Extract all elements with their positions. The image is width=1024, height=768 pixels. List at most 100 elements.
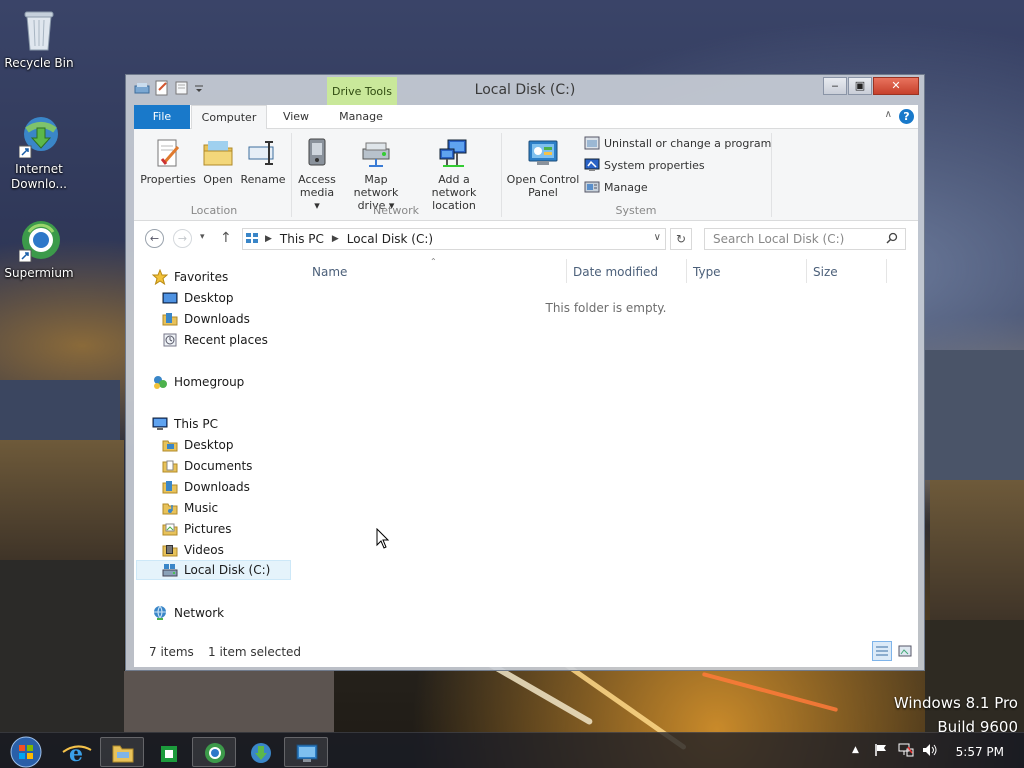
local-disk-icon bbox=[162, 562, 178, 578]
title-bar[interactable]: Drive Tools Local Disk (C:) ‒ ▣ ✕ bbox=[126, 75, 924, 105]
rename-icon bbox=[247, 137, 279, 169]
nav-label: Music bbox=[184, 501, 219, 515]
action-center-flag-icon[interactable] bbox=[874, 743, 888, 760]
recent-places-icon bbox=[162, 332, 178, 348]
ribbon-separator bbox=[291, 133, 292, 217]
uninstall-program-button[interactable]: Uninstall or change a program bbox=[584, 135, 771, 151]
desktop-icon-label: Internet Downlo... bbox=[11, 162, 67, 191]
nav-pc-music[interactable]: Music bbox=[162, 498, 218, 518]
volume-tray-icon[interactable] bbox=[922, 743, 938, 760]
nav-pc-pictures[interactable]: Pictures bbox=[162, 519, 232, 539]
tab-view[interactable]: View bbox=[272, 105, 320, 129]
window-title: Local Disk (C:) bbox=[474, 82, 576, 98]
taskbar-store[interactable] bbox=[146, 737, 190, 767]
column-separator[interactable] bbox=[686, 259, 687, 283]
rename-label: Rename bbox=[240, 173, 286, 186]
recent-locations-icon[interactable]: ▾ bbox=[200, 232, 205, 242]
taskbar-control-panel[interactable] bbox=[284, 737, 328, 767]
rename-button[interactable]: Rename bbox=[240, 137, 286, 186]
refresh-button[interactable]: ↻ bbox=[670, 228, 692, 250]
nav-label: Videos bbox=[184, 543, 224, 557]
windows-orb-icon bbox=[10, 736, 42, 768]
mouse-cursor bbox=[376, 527, 390, 553]
breadcrumb-local-disk[interactable]: Local Disk (C:) bbox=[347, 232, 433, 246]
nav-homegroup[interactable]: Homegroup bbox=[152, 372, 244, 392]
taskbar-internet-explorer[interactable]: e bbox=[54, 737, 98, 767]
desktop-icon-supermium[interactable]: Supermium bbox=[1, 218, 77, 281]
svg-text:e: e bbox=[69, 741, 83, 767]
column-type[interactable]: Type bbox=[693, 265, 721, 279]
address-bar[interactable]: ▶ This PC ▶ Local Disk (C:) ∨ bbox=[242, 228, 666, 250]
column-date-modified[interactable]: Date modified bbox=[573, 265, 658, 279]
address-dropdown-icon[interactable]: ∨ bbox=[654, 232, 661, 243]
nav-pc-local-disk[interactable]: Local Disk (C:) bbox=[136, 560, 291, 580]
taskbar-file-explorer[interactable] bbox=[100, 737, 144, 767]
desktop-icon-recycle-bin[interactable]: Recycle Bin bbox=[1, 8, 77, 71]
nav-label: Favorites bbox=[174, 270, 229, 284]
large-icons-view-button[interactable] bbox=[896, 642, 914, 660]
taskbar-clock[interactable]: 5:57 PM bbox=[956, 745, 1004, 759]
network-tray-icon[interactable] bbox=[898, 743, 914, 760]
nav-pc-desktop[interactable]: Desktop bbox=[162, 435, 234, 455]
minimize-button[interactable]: ‒ bbox=[823, 77, 847, 95]
close-button[interactable]: ✕ bbox=[873, 77, 919, 95]
help-icon[interactable]: ? bbox=[899, 109, 914, 124]
column-name[interactable]: Name bbox=[312, 265, 347, 279]
manage-button[interactable]: Manage bbox=[584, 179, 648, 195]
sort-ascending-icon: ⌃ bbox=[430, 257, 437, 266]
search-icon[interactable] bbox=[886, 232, 898, 247]
access-media-icon bbox=[301, 137, 333, 169]
taskbar-supermium[interactable] bbox=[192, 737, 236, 767]
details-view-button[interactable] bbox=[872, 641, 892, 661]
tab-manage[interactable]: Manage bbox=[326, 105, 396, 129]
nav-pc-documents[interactable]: Documents bbox=[162, 456, 252, 476]
uninstall-program-label: Uninstall or change a program bbox=[604, 136, 772, 150]
nav-favorites[interactable]: Favorites bbox=[151, 267, 229, 287]
access-media-label-line2: media ▾ bbox=[299, 186, 335, 212]
empty-folder-message: This folder is empty. bbox=[545, 301, 667, 315]
manage-icon bbox=[584, 179, 600, 195]
restore-button[interactable]: ▣ bbox=[848, 77, 872, 95]
network-icon bbox=[152, 605, 168, 621]
open-button[interactable]: Open bbox=[198, 137, 238, 186]
nav-network[interactable]: Network bbox=[152, 603, 224, 623]
forward-button[interactable]: → bbox=[173, 229, 192, 248]
search-input[interactable]: Search Local Disk (C:) bbox=[704, 228, 906, 250]
taskbar-internet-download-manager[interactable] bbox=[238, 737, 282, 767]
explorer-content: ← → ▾ ↑ ▶ This PC ▶ Local Disk (C:) ∨ ↻ … bbox=[134, 221, 918, 667]
column-separator[interactable] bbox=[806, 259, 807, 283]
properties-button[interactable]: Properties bbox=[140, 137, 196, 186]
column-separator[interactable] bbox=[886, 259, 887, 283]
column-size[interactable]: Size bbox=[813, 265, 838, 279]
nav-fav-recent-places[interactable]: Recent places bbox=[162, 330, 268, 350]
tab-file[interactable]: File bbox=[134, 105, 190, 129]
control-panel-icon bbox=[296, 744, 318, 762]
access-media-button[interactable]: Access media ▾ bbox=[297, 137, 337, 212]
column-separator[interactable] bbox=[566, 259, 567, 283]
nav-pc-downloads[interactable]: Downloads bbox=[162, 477, 250, 497]
up-button[interactable]: ↑ bbox=[220, 230, 232, 246]
favorites-star-icon bbox=[151, 268, 169, 286]
desktop-icon-internet-download-manager[interactable]: Internet Downlo... bbox=[1, 114, 77, 192]
tab-computer[interactable]: Computer bbox=[191, 105, 267, 130]
open-control-panel-button[interactable]: Open Control Panel bbox=[506, 137, 580, 199]
collapse-ribbon-icon[interactable]: ∧ bbox=[885, 109, 892, 120]
start-button[interactable] bbox=[8, 735, 44, 768]
breadcrumb-this-pc[interactable]: This PC bbox=[280, 232, 324, 246]
map-network-drive-label-line1: Map network bbox=[353, 173, 399, 199]
system-properties-button[interactable]: System properties bbox=[584, 157, 705, 173]
supermium-icon bbox=[205, 743, 225, 763]
nav-pc-videos[interactable]: Videos bbox=[162, 540, 224, 560]
add-network-location-button[interactable]: Add a network location bbox=[415, 137, 493, 212]
nav-this-pc[interactable]: This PC bbox=[152, 414, 218, 434]
map-network-drive-button[interactable]: Map network drive ▾ bbox=[341, 137, 411, 212]
show-hidden-icons-button[interactable]: ▲ bbox=[852, 745, 859, 755]
breadcrumb-separator-icon: ▶ bbox=[331, 234, 339, 244]
uninstall-program-icon bbox=[584, 135, 600, 151]
nav-label: Downloads bbox=[184, 480, 250, 494]
network-group-label: Network bbox=[373, 204, 419, 217]
back-button[interactable]: ← bbox=[145, 229, 164, 248]
ribbon-computer: Properties Open Rename Location Access m… bbox=[134, 129, 918, 221]
selection-count: 1 item selected bbox=[208, 645, 302, 659]
open-label: Open bbox=[203, 173, 233, 186]
